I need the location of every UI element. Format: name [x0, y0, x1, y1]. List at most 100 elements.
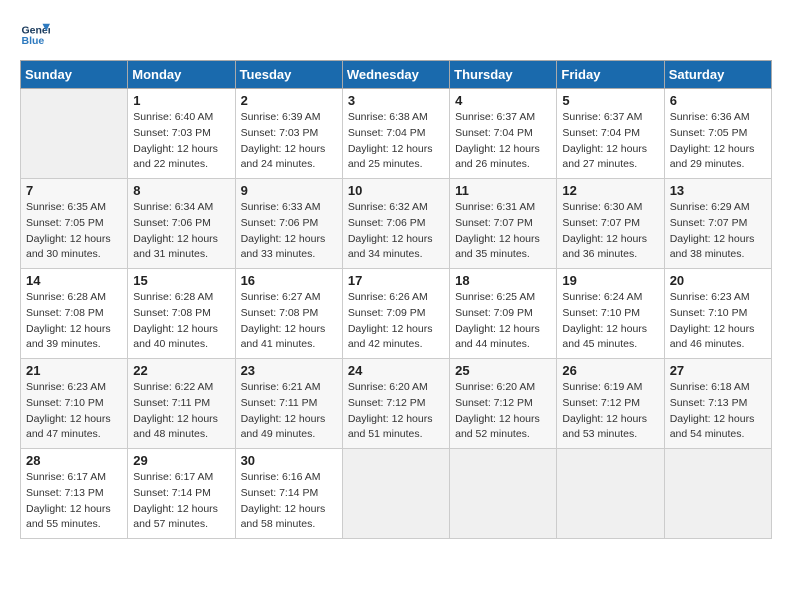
day-info: Sunrise: 6:37 AMSunset: 7:04 PMDaylight:…: [562, 110, 658, 173]
day-info: Sunrise: 6:31 AMSunset: 7:07 PMDaylight:…: [455, 200, 551, 263]
calendar-cell: 4 Sunrise: 6:37 AMSunset: 7:04 PMDaylight…: [450, 89, 557, 179]
day-number: 4: [455, 93, 551, 108]
day-info: Sunrise: 6:38 AMSunset: 7:04 PMDaylight:…: [348, 110, 444, 173]
day-info: Sunrise: 6:27 AMSunset: 7:08 PMDaylight:…: [241, 290, 337, 353]
day-info: Sunrise: 6:35 AMSunset: 7:05 PMDaylight:…: [26, 200, 122, 263]
calendar-cell: 28 Sunrise: 6:17 AMSunset: 7:13 PMDayligh…: [21, 449, 128, 539]
day-info: Sunrise: 6:34 AMSunset: 7:06 PMDaylight:…: [133, 200, 229, 263]
day-number: 19: [562, 273, 658, 288]
calendar-table: SundayMondayTuesdayWednesdayThursdayFrid…: [20, 60, 772, 539]
calendar-cell: 1 Sunrise: 6:40 AMSunset: 7:03 PMDaylight…: [128, 89, 235, 179]
day-number: 26: [562, 363, 658, 378]
day-number: 25: [455, 363, 551, 378]
day-number: 22: [133, 363, 229, 378]
day-info: Sunrise: 6:20 AMSunset: 7:12 PMDaylight:…: [455, 380, 551, 443]
week-row-1: 1 Sunrise: 6:40 AMSunset: 7:03 PMDaylight…: [21, 89, 772, 179]
day-info: Sunrise: 6:25 AMSunset: 7:09 PMDaylight:…: [455, 290, 551, 353]
day-number: 13: [670, 183, 766, 198]
day-number: 12: [562, 183, 658, 198]
day-number: 30: [241, 453, 337, 468]
week-row-3: 14 Sunrise: 6:28 AMSunset: 7:08 PMDayligh…: [21, 269, 772, 359]
day-info: Sunrise: 6:37 AMSunset: 7:04 PMDaylight:…: [455, 110, 551, 173]
day-info: Sunrise: 6:28 AMSunset: 7:08 PMDaylight:…: [26, 290, 122, 353]
day-info: Sunrise: 6:29 AMSunset: 7:07 PMDaylight:…: [670, 200, 766, 263]
day-info: Sunrise: 6:26 AMSunset: 7:09 PMDaylight:…: [348, 290, 444, 353]
day-info: Sunrise: 6:19 AMSunset: 7:12 PMDaylight:…: [562, 380, 658, 443]
day-number: 20: [670, 273, 766, 288]
calendar-header-row: SundayMondayTuesdayWednesdayThursdayFrid…: [21, 61, 772, 89]
day-number: 2: [241, 93, 337, 108]
calendar-cell: [342, 449, 449, 539]
calendar-cell: 10 Sunrise: 6:32 AMSunset: 7:06 PMDayligh…: [342, 179, 449, 269]
calendar-cell: 27 Sunrise: 6:18 AMSunset: 7:13 PMDayligh…: [664, 359, 771, 449]
day-info: Sunrise: 6:21 AMSunset: 7:11 PMDaylight:…: [241, 380, 337, 443]
calendar-cell: 2Sunrise: 6:39 AMSunset: 7:03 PMDaylight…: [235, 89, 342, 179]
column-header-sunday: Sunday: [21, 61, 128, 89]
day-info: Sunrise: 6:30 AMSunset: 7:07 PMDaylight:…: [562, 200, 658, 263]
day-number: 5: [562, 93, 658, 108]
day-info: Sunrise: 6:40 AMSunset: 7:03 PMDaylight:…: [133, 110, 229, 173]
day-number: 16: [241, 273, 337, 288]
week-row-4: 21Sunrise: 6:23 AMSunset: 7:10 PMDayligh…: [21, 359, 772, 449]
calendar-cell: 7Sunrise: 6:35 AMSunset: 7:05 PMDaylight…: [21, 179, 128, 269]
day-info: Sunrise: 6:23 AMSunset: 7:10 PMDaylight:…: [26, 380, 122, 443]
calendar-cell: 24 Sunrise: 6:20 AMSunset: 7:12 PMDayligh…: [342, 359, 449, 449]
calendar-cell: 8 Sunrise: 6:34 AMSunset: 7:06 PMDaylight…: [128, 179, 235, 269]
day-number: 24: [348, 363, 444, 378]
calendar-cell: [557, 449, 664, 539]
week-row-2: 7Sunrise: 6:35 AMSunset: 7:05 PMDaylight…: [21, 179, 772, 269]
svg-text:Blue: Blue: [22, 35, 45, 47]
day-number: 23: [241, 363, 337, 378]
week-row-5: 28 Sunrise: 6:17 AMSunset: 7:13 PMDayligh…: [21, 449, 772, 539]
day-number: 27: [670, 363, 766, 378]
day-info: Sunrise: 6:36 AMSunset: 7:05 PMDaylight:…: [670, 110, 766, 173]
day-number: 6: [670, 93, 766, 108]
day-number: 17: [348, 273, 444, 288]
day-number: 11: [455, 183, 551, 198]
day-info: Sunrise: 6:32 AMSunset: 7:06 PMDaylight:…: [348, 200, 444, 263]
calendar-cell: 21Sunrise: 6:23 AMSunset: 7:10 PMDayligh…: [21, 359, 128, 449]
day-number: 8: [133, 183, 229, 198]
day-info: Sunrise: 6:23 AMSunset: 7:10 PMDaylight:…: [670, 290, 766, 353]
calendar-cell: 30 Sunrise: 6:16 AMSunset: 7:14 PMDayligh…: [235, 449, 342, 539]
day-info: Sunrise: 6:33 AMSunset: 7:06 PMDaylight:…: [241, 200, 337, 263]
logo-icon: General Blue: [20, 20, 50, 50]
column-header-tuesday: Tuesday: [235, 61, 342, 89]
day-number: 10: [348, 183, 444, 198]
day-info: Sunrise: 6:22 AMSunset: 7:11 PMDaylight:…: [133, 380, 229, 443]
day-number: 28: [26, 453, 122, 468]
day-number: 14: [26, 273, 122, 288]
day-number: 29: [133, 453, 229, 468]
day-info: Sunrise: 6:17 AMSunset: 7:14 PMDaylight:…: [133, 470, 229, 533]
calendar-cell: 12 Sunrise: 6:30 AMSunset: 7:07 PMDayligh…: [557, 179, 664, 269]
day-number: 1: [133, 93, 229, 108]
day-number: 15: [133, 273, 229, 288]
day-number: 18: [455, 273, 551, 288]
day-number: 3: [348, 93, 444, 108]
calendar-cell: 9 Sunrise: 6:33 AMSunset: 7:06 PMDaylight…: [235, 179, 342, 269]
day-info: Sunrise: 6:18 AMSunset: 7:13 PMDaylight:…: [670, 380, 766, 443]
day-info: Sunrise: 6:16 AMSunset: 7:14 PMDaylight:…: [241, 470, 337, 533]
day-info: Sunrise: 6:20 AMSunset: 7:12 PMDaylight:…: [348, 380, 444, 443]
day-info: Sunrise: 6:17 AMSunset: 7:13 PMDaylight:…: [26, 470, 122, 533]
calendar-cell: [21, 89, 128, 179]
calendar-cell: 15 Sunrise: 6:28 AMSunset: 7:08 PMDayligh…: [128, 269, 235, 359]
calendar-cell: [450, 449, 557, 539]
column-header-monday: Monday: [128, 61, 235, 89]
day-number: 9: [241, 183, 337, 198]
calendar-cell: 23 Sunrise: 6:21 AMSunset: 7:11 PMDayligh…: [235, 359, 342, 449]
calendar-cell: 16 Sunrise: 6:27 AMSunset: 7:08 PMDayligh…: [235, 269, 342, 359]
calendar-cell: 11 Sunrise: 6:31 AMSunset: 7:07 PMDayligh…: [450, 179, 557, 269]
column-header-thursday: Thursday: [450, 61, 557, 89]
calendar-cell: 26 Sunrise: 6:19 AMSunset: 7:12 PMDayligh…: [557, 359, 664, 449]
calendar-cell: 22 Sunrise: 6:22 AMSunset: 7:11 PMDayligh…: [128, 359, 235, 449]
calendar-cell: 3 Sunrise: 6:38 AMSunset: 7:04 PMDaylight…: [342, 89, 449, 179]
calendar-cell: 29 Sunrise: 6:17 AMSunset: 7:14 PMDayligh…: [128, 449, 235, 539]
calendar-cell: 19Sunrise: 6:24 AMSunset: 7:10 PMDayligh…: [557, 269, 664, 359]
calendar-cell: 17 Sunrise: 6:26 AMSunset: 7:09 PMDayligh…: [342, 269, 449, 359]
column-header-wednesday: Wednesday: [342, 61, 449, 89]
calendar-cell: 20 Sunrise: 6:23 AMSunset: 7:10 PMDayligh…: [664, 269, 771, 359]
day-info: Sunrise: 6:28 AMSunset: 7:08 PMDaylight:…: [133, 290, 229, 353]
calendar-cell: 13 Sunrise: 6:29 AMSunset: 7:07 PMDayligh…: [664, 179, 771, 269]
calendar-cell: 5 Sunrise: 6:37 AMSunset: 7:04 PMDaylight…: [557, 89, 664, 179]
